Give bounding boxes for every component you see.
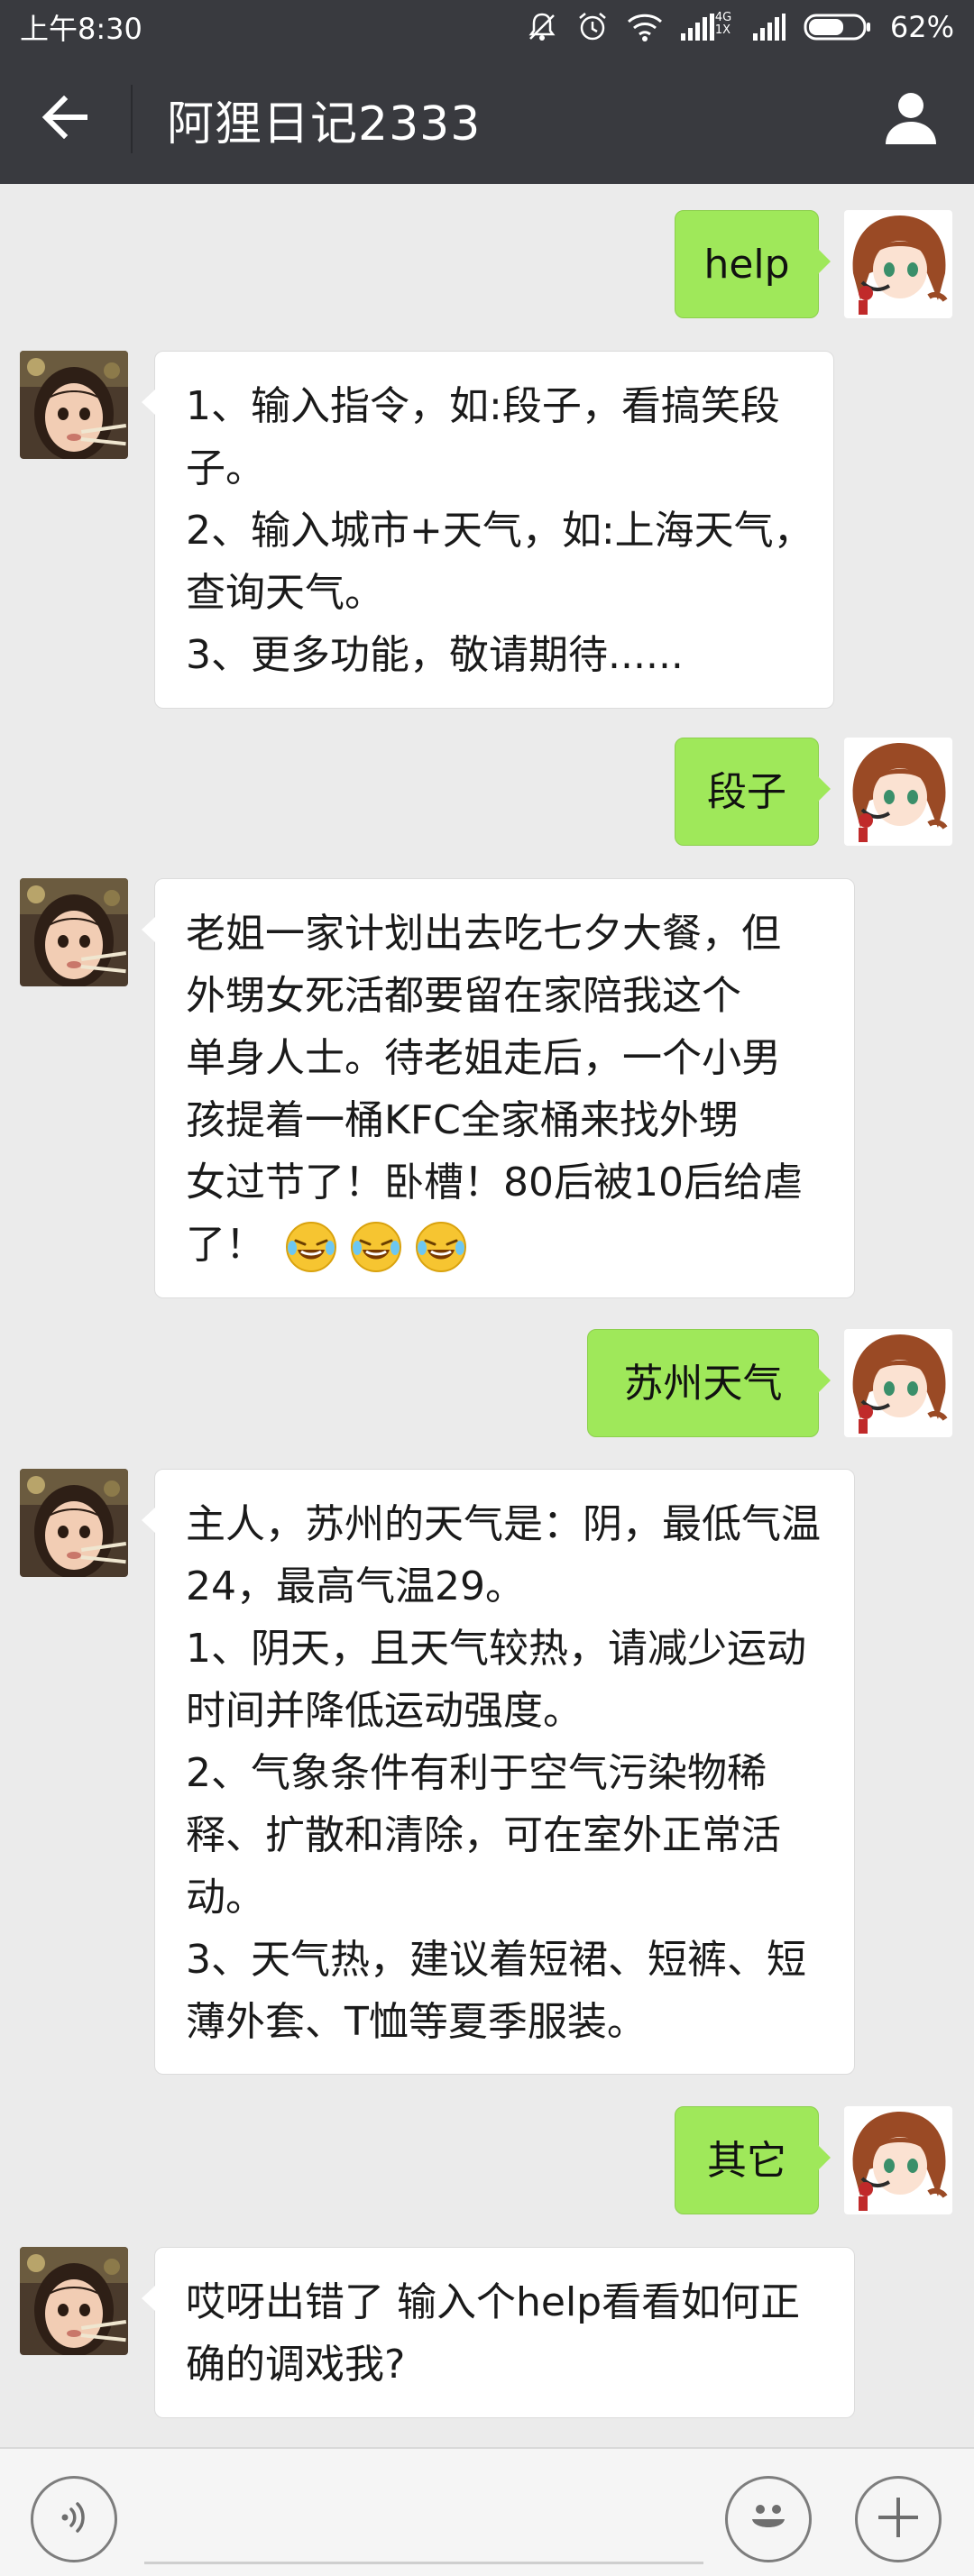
message-text: help [703,241,790,288]
laughing-crying-emoji [415,1221,467,1273]
signal-icon [752,14,786,41]
incoming-message[interactable]: 1、输入指令，如:段子，看搞笑段 子。 2、输入城市+天气，如:上海天气， 查询… [142,351,834,709]
status-bar: 上午8:30 4G 1X 62% [0,0,974,54]
message-line: 2、气象条件有利于空气污染物稀 [186,1750,767,1796]
message-text: 苏州天气 [623,1360,783,1407]
network-type-bottom: 1X [714,23,731,37]
message-line: 2、输入城市+天气，如:上海天气， [186,508,813,554]
message-line: 时间并降低运动强度。 [186,1688,583,1734]
incoming-message[interactable]: 哎呀出错了 输入个help看看如何正 确的调戏我? [142,2247,855,2418]
message-line: 主人，苏州的天气是：阴，最低气温 [186,1501,821,1547]
wifi-icon [627,12,663,42]
emoji-button[interactable] [725,2476,812,2562]
avatar[interactable] [844,210,952,318]
status-icons: 4G 1X 62% [526,10,954,44]
avatar[interactable] [20,351,128,459]
outgoing-message[interactable]: help [675,210,831,318]
message-line: 释、扩散和清除，可在室外正常活 [186,1812,781,1858]
avatar[interactable] [20,1469,128,1577]
message-input[interactable] [144,2474,703,2564]
profile-button[interactable] [875,83,947,155]
status-time: 上午8:30 [20,12,142,46]
outgoing-message[interactable]: 段子 [675,738,831,846]
alarm-icon [576,11,609,43]
message-line: 确的调戏我? [186,2342,406,2388]
chat-area[interactable]: help 1、输入指令，如:段子，看搞笑段 子。 2、输入城市+天气，如:上海天… [0,184,974,2447]
message-line: 3、天气热，建议着短裙、短裤、短 [186,1937,806,1983]
message-text: 其它 [707,2137,786,2184]
message-line: 查询天气。 [186,570,384,616]
message-line: 孩提着一桶KFC全家桶来找外甥 [186,1097,739,1143]
message-line: 子。 [186,445,265,491]
message-line: 24，最高气温29。 [186,1563,525,1609]
title-bar: 阿狸日记2333 [0,54,974,184]
message-line: 外甥女死活都要留在家陪我这个 [186,973,741,1019]
outgoing-message[interactable]: 苏州天气 [587,1329,831,1437]
avatar[interactable] [844,2106,952,2214]
message-line-with-emoji: 了！ [186,1214,823,1276]
title-divider [131,85,133,153]
message-line: 单身人士。待老姐走后，一个小男 [186,1035,781,1081]
mute-icon [526,11,558,43]
message-line: 动。 [186,1875,265,1921]
message-line: 3、更多功能，敬请期待...... [186,632,684,678]
emoji-row [285,1221,467,1273]
laughing-crying-emoji [285,1221,337,1273]
message-line: 1、输入指令，如:段子，看搞笑段 [186,383,780,429]
message-line: 老姐一家计划出去吃七夕大餐，但 [186,911,781,957]
voice-icon [52,2496,96,2543]
battery-icon [804,13,872,41]
incoming-message[interactable]: 老姐一家计划出去吃七夕大餐，但 外甥女死活都要留在家陪我这个 单身人士。待老姐走… [142,878,855,1298]
laughing-crying-emoji [350,1221,402,1273]
more-button[interactable] [855,2476,942,2562]
network-type-top: 4G [714,11,732,24]
signal-icon: 4G 1X [680,11,735,41]
avatar[interactable] [20,2247,128,2355]
battery-percent: 62% [889,10,954,44]
emoji-icon [741,2490,795,2548]
message-line: 了！ [186,1222,265,1268]
message-text: 段子 [707,768,786,815]
message-line: 女过节了！卧槽！80后被10后给虐 [186,1160,803,1205]
input-bar [0,2447,974,2576]
incoming-message[interactable]: 主人，苏州的天气是：阴，最低气温 24，最高气温29。 1、阴天，且天气较热，请… [142,1469,855,2075]
outgoing-message[interactable]: 其它 [675,2106,831,2214]
avatar[interactable] [844,1329,952,1437]
avatar[interactable] [844,738,952,846]
voice-button[interactable] [31,2476,117,2562]
avatar[interactable] [20,878,128,986]
page-title: 阿狸日记2333 [167,96,482,151]
message-line: 哎呀出错了 输入个help看看如何正 [186,2279,801,2325]
plus-icon [873,2492,923,2546]
message-line: 1、阴天，且天气较热，请减少运动 [186,1626,806,1672]
back-arrow-icon [41,95,91,142]
person-icon [882,88,940,150]
back-button[interactable] [0,54,131,184]
message-line: 薄外套、T恤等夏季服装。 [186,1999,647,2045]
